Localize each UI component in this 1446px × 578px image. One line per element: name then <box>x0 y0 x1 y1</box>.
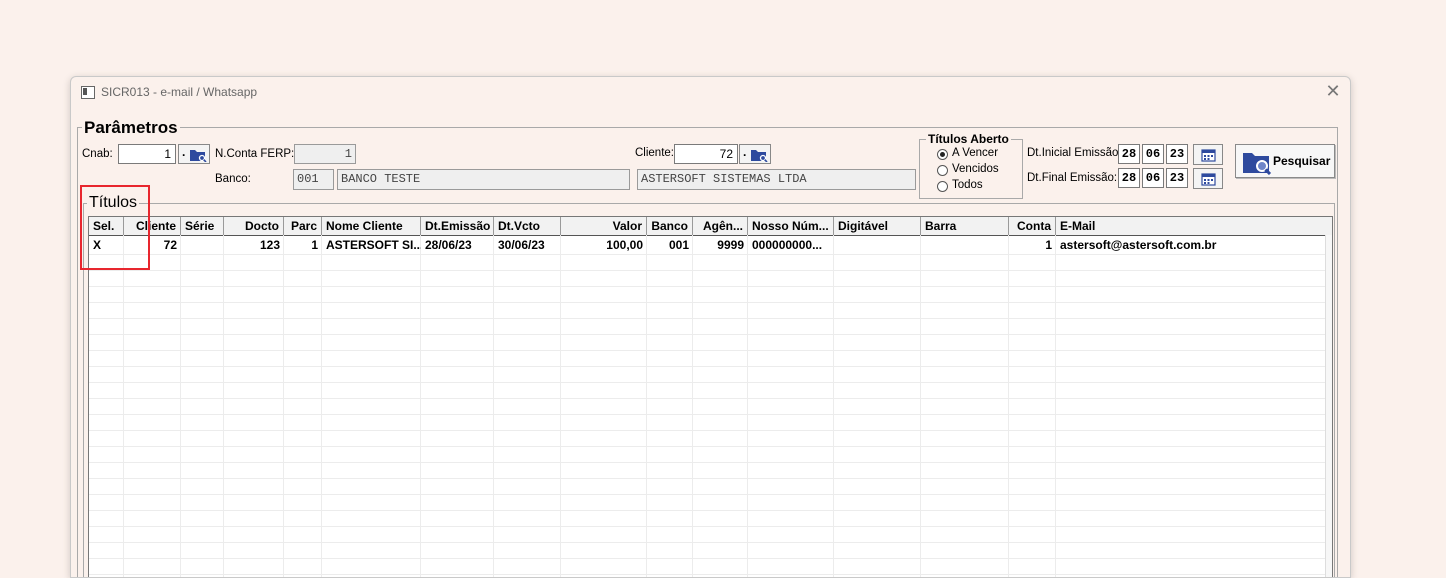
grid-scrollbar[interactable] <box>1325 235 1332 577</box>
radio-todos[interactable] <box>937 181 948 192</box>
radio-a-vencer[interactable] <box>937 149 948 160</box>
cnab-lookup-button[interactable]: . <box>178 144 210 164</box>
cnab-label: Cnab: <box>82 148 113 160</box>
col-valor[interactable]: Valor <box>561 217 647 235</box>
dt-final-label: Dt.Final Emissão: <box>1027 172 1118 184</box>
cell-digitavel <box>834 236 921 254</box>
cell-valor: 100,00 <box>606 238 643 252</box>
dt-final-calendar-button[interactable] <box>1193 168 1223 189</box>
col-barra[interactable]: Barra <box>921 217 1009 235</box>
dt-inicial-label: Dt.Inicial Emissão: <box>1027 147 1122 159</box>
calendar-icon <box>1201 149 1216 162</box>
dt-final-month[interactable]: 06 <box>1142 168 1164 188</box>
title-bar: SICR013 - e-mail / Whatsapp ✕ <box>71 77 1350 107</box>
col-email[interactable]: E-Mail <box>1056 217 1326 235</box>
conta-input: 1 <box>294 144 356 164</box>
conta-label: N.Conta FERP: <box>215 148 295 160</box>
cliente-label: Cliente: <box>635 147 674 159</box>
grid-header: Sel. Cliente Série Docto Parc Nome Clien… <box>89 217 1332 236</box>
col-parc[interactable]: Parc <box>284 217 322 235</box>
banco-label: Banco: <box>215 173 251 185</box>
cell-dt-emissao: 28/06/23 <box>425 238 472 252</box>
col-serie[interactable]: Série <box>181 217 224 235</box>
col-digitavel[interactable]: Digitável <box>834 217 921 235</box>
titulos-aberto-legend: Títulos Aberto <box>926 132 1011 146</box>
dt-inicial-calendar-button[interactable] <box>1193 144 1223 165</box>
dt-final-year[interactable]: 23 <box>1166 168 1188 188</box>
main-window: SICR013 - e-mail / Whatsapp ✕ Parâmetros… <box>70 76 1351 578</box>
cell-nome-cliente: ASTERSOFT SI... <box>326 238 421 252</box>
cell-agencia: 9999 <box>717 238 744 252</box>
cell-banco: 001 <box>668 238 689 252</box>
cliente-input[interactable]: 72 <box>674 144 738 164</box>
col-nome-cliente[interactable]: Nome Cliente <box>322 217 421 235</box>
app-icon <box>81 86 95 99</box>
cell-serie <box>181 236 224 254</box>
radio-todos-label[interactable]: Todos <box>952 179 983 191</box>
dt-inicial-year[interactable]: 23 <box>1166 144 1188 164</box>
cell-dt-vcto: 30/06/23 <box>498 238 545 252</box>
col-agencia[interactable]: Agên... <box>693 217 748 235</box>
folder-search-icon <box>190 150 207 162</box>
cell-docto: 123 <box>259 238 280 252</box>
col-docto[interactable]: Docto <box>224 217 284 235</box>
cell-sel[interactable]: X <box>89 236 124 254</box>
cnab-input[interactable]: 1 <box>118 144 176 164</box>
titulos-grid[interactable]: Sel. Cliente Série Docto Parc Nome Clien… <box>88 216 1333 577</box>
col-dt-emissao[interactable]: Dt.Emissão <box>421 217 494 235</box>
cell-email: astersoft@astersoft.com.br <box>1060 238 1217 252</box>
cliente-name-input: ASTERSOFT SISTEMAS LTDA <box>637 169 916 190</box>
parametros-legend: Parâmetros <box>82 118 180 138</box>
radio-vencidos[interactable] <box>937 165 948 176</box>
col-sel[interactable]: Sel. <box>89 217 124 235</box>
close-icon[interactable]: ✕ <box>1324 81 1342 101</box>
dt-inicial-month[interactable]: 06 <box>1142 144 1164 164</box>
folder-search-icon <box>1243 153 1272 175</box>
calendar-icon <box>1201 173 1216 186</box>
cliente-lookup-button[interactable]: . <box>739 144 771 164</box>
banco-code-input: 001 <box>293 169 334 190</box>
cell-conta: 1 <box>1045 238 1052 252</box>
radio-a-vencer-label[interactable]: A Vencer <box>952 147 998 159</box>
banco-name-input: BANCO TESTE <box>337 169 630 190</box>
dt-inicial-day[interactable]: 28 <box>1118 144 1140 164</box>
pesquisar-button[interactable]: Pesquisar <box>1235 144 1335 178</box>
col-nosso-numero[interactable]: Nosso Núm... <box>748 217 834 235</box>
col-banco[interactable]: Banco <box>647 217 693 235</box>
cell-barra <box>921 236 1009 254</box>
cell-parc: 1 <box>311 238 318 252</box>
folder-search-icon <box>751 150 768 162</box>
cell-cliente: 72 <box>163 238 177 252</box>
col-conta[interactable]: Conta <box>1009 217 1056 235</box>
pesquisar-label: Pesquisar <box>1273 154 1331 168</box>
dt-final-day[interactable]: 28 <box>1118 168 1140 188</box>
titulos-legend: Títulos <box>87 194 140 212</box>
cell-nosso-numero: 000000000... <box>752 238 823 252</box>
col-cliente[interactable]: Cliente <box>124 217 181 235</box>
col-dt-vcto[interactable]: Dt.Vcto <box>494 217 561 235</box>
window-title: SICR013 - e-mail / Whatsapp <box>101 85 258 99</box>
radio-vencidos-label[interactable]: Vencidos <box>952 163 999 175</box>
